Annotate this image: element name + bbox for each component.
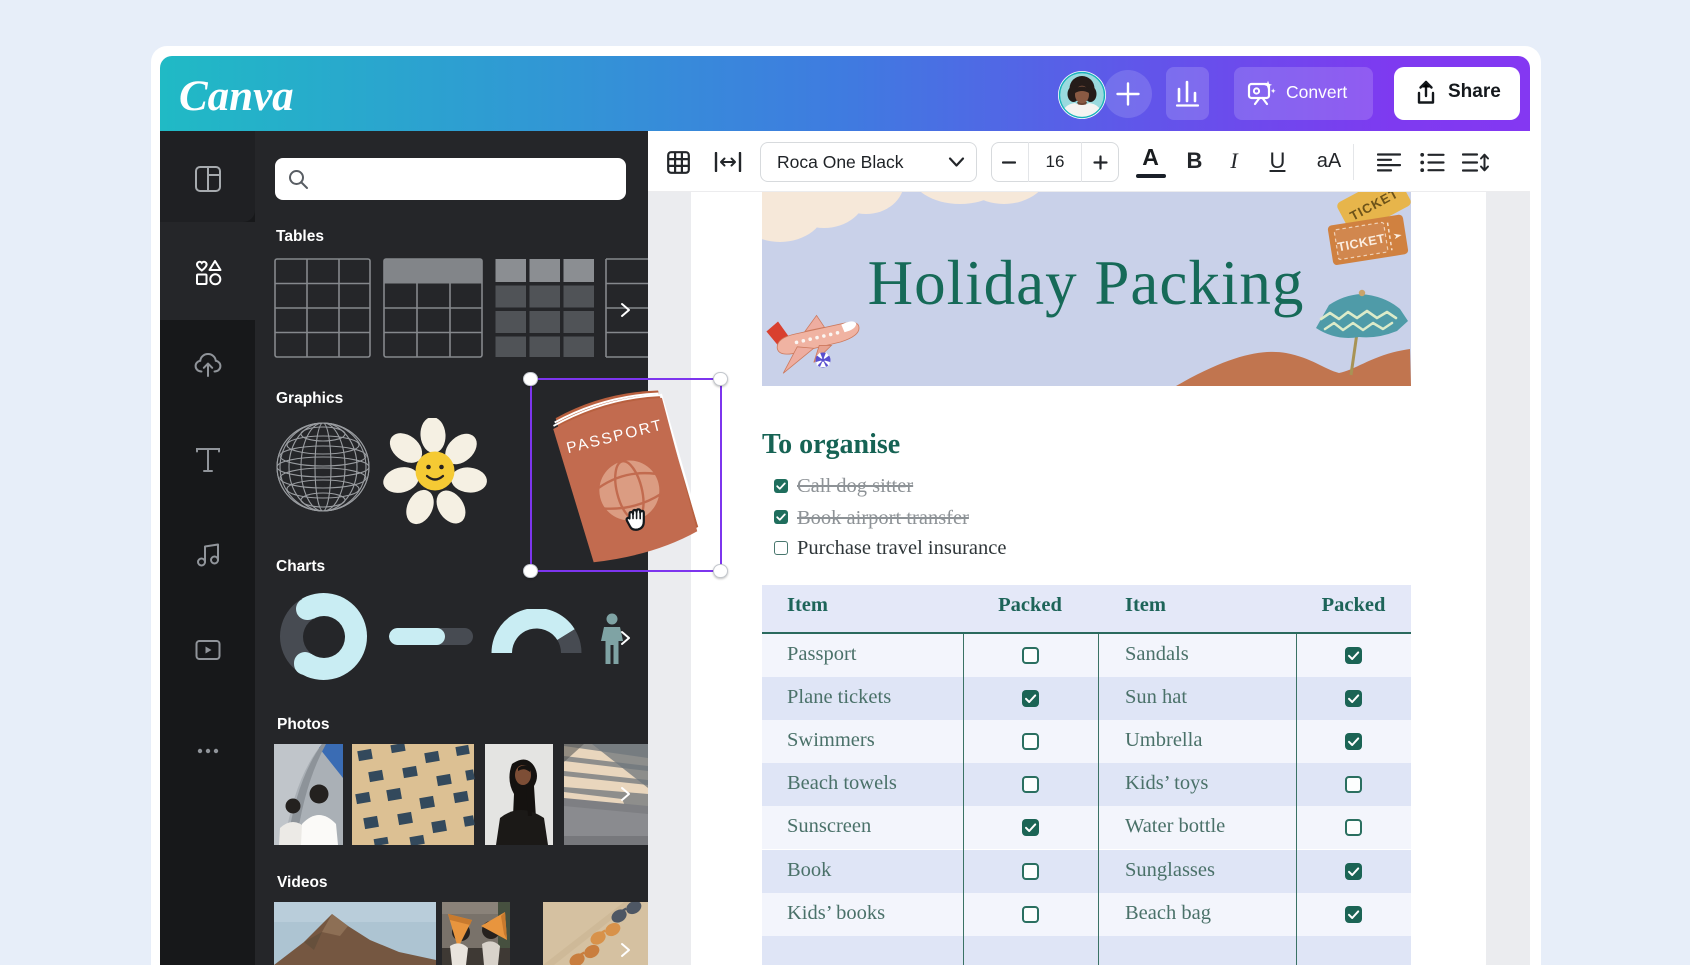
svg-text:Holiday Packing: Holiday Packing <box>868 248 1305 318</box>
svg-text:Canva: Canva <box>179 73 294 120</box>
